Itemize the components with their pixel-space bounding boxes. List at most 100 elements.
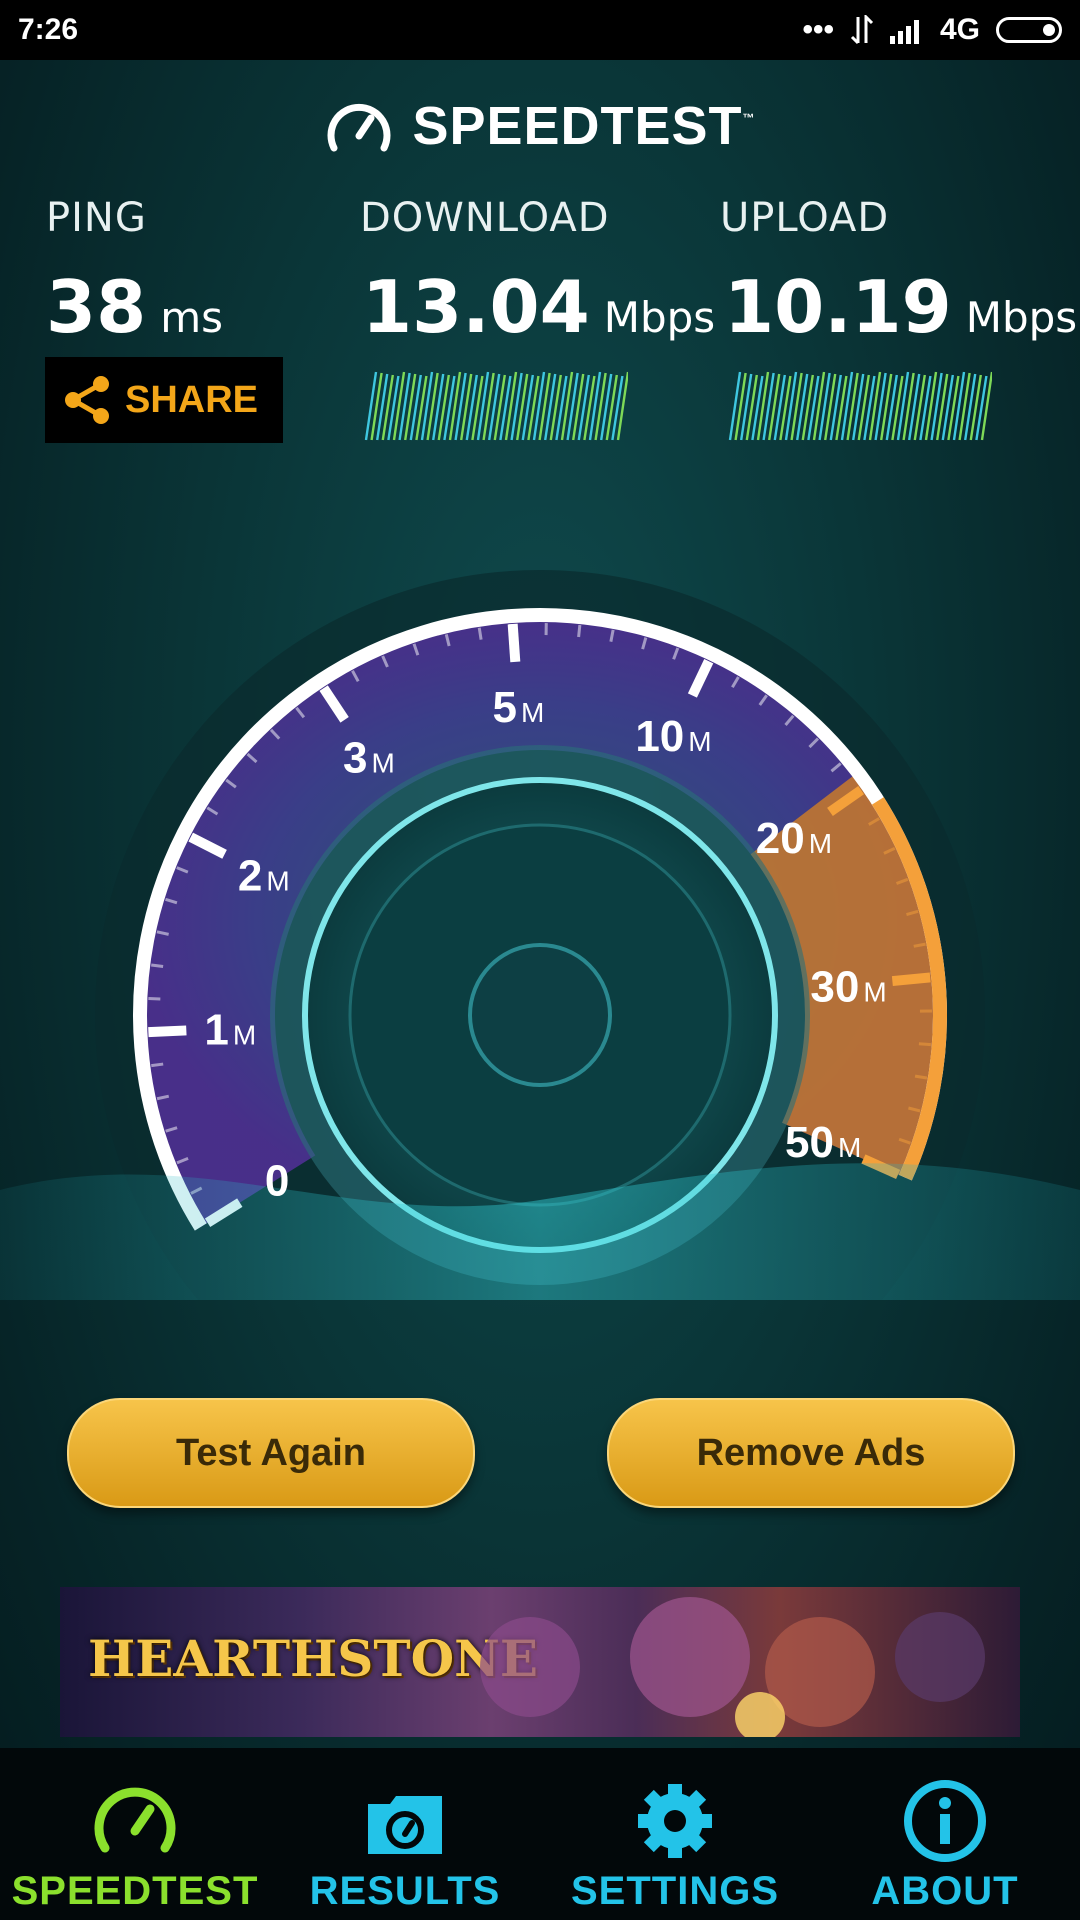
graph-stripe [398,372,411,441]
nav-label-settings: SETTINGS [570,1869,780,1913]
graph-stripe [381,374,394,441]
graph-stripe [740,373,753,441]
graph-stripe [975,375,988,441]
info-icon [904,1780,986,1862]
graph-stripe [364,371,378,441]
graph-stripe [835,375,848,441]
graph-stripe [460,373,473,441]
gauge-minor-tick [913,942,926,948]
graph-stripe [756,371,770,441]
remove-ads-button[interactable]: Remove Ads [607,1398,1015,1508]
status-time: 7:26 [18,13,79,46]
graph-stripe [824,373,837,441]
graph-stripe [538,372,551,441]
graph-stripe [404,373,417,441]
nav-results[interactable]: RESULTS [270,1748,540,1920]
gauge-major-tick [148,1025,187,1038]
status-icons: ••• 4G [802,13,1062,47]
gauge-label: 0 [265,1156,289,1205]
graph-stripe [370,372,383,441]
graph-stripe [964,373,977,441]
share-button[interactable]: SHARE [45,357,283,443]
graph-stripe [448,371,462,441]
upload-label: UPLOAD [720,195,890,241]
graph-stripe [560,371,574,441]
graph-stripe [376,373,389,441]
graph-stripe [880,373,893,441]
share-label: SHARE [125,378,259,421]
graph-stripe [387,375,400,441]
battery-icon [996,17,1062,43]
app-title: SPEEDTEST™ [412,96,756,156]
graph-stripe [936,373,949,441]
graph-stripe [409,374,422,441]
graph-stripe [482,372,495,441]
nav-label-about: ABOUT [871,1869,1019,1913]
graph-stripe [493,374,506,441]
gauge-minor-tick [151,1062,164,1068]
more-dots-icon: ••• [802,13,834,46]
graph-stripe [969,374,982,441]
graph-stripe [807,375,820,441]
graph-stripe [779,375,792,441]
graph-stripe [443,375,456,441]
graph-stripe [516,373,529,441]
graph-stripe [734,372,747,441]
gauge-minor-tick [918,1042,931,1047]
graph-stripe [437,374,450,441]
test-again-button[interactable]: Test Again [67,1398,475,1508]
graph-stripe [555,375,568,441]
graph-stripe [611,375,624,441]
status-bar: 7:26 ••• 4G [0,0,1080,60]
graph-stripe [908,373,921,441]
graph-stripe [891,375,904,441]
nav-settings[interactable]: SETTINGS [540,1748,810,1920]
results-folder-icon [368,1796,442,1854]
graph-stripe [768,373,781,441]
graph-stripe [885,374,898,441]
needle-hub [468,943,612,1087]
graph-stripe [572,373,585,441]
network-type: 4G [939,13,980,46]
speedometer-icon [94,1787,176,1853]
graph-stripe [527,375,540,441]
graph-stripe [544,373,557,441]
graph-stripe [924,371,938,441]
graph-stripe [790,372,803,441]
gauge-minor-tick [477,627,483,640]
graph-stripe [958,372,971,441]
speed-gauge: 01 M2 M3 M5 M 10 M20 M30 M50 M [0,570,1080,1300]
nav-speedtest[interactable]: SPEEDTEST [0,1748,270,1920]
graph-stripe [504,371,518,441]
graph-stripe [919,375,932,441]
graph-stripe [840,371,854,441]
graph-stripe [594,372,607,441]
graph-stripe [577,374,590,441]
graph-stripe [532,371,546,441]
graph-stripe [415,375,428,441]
graph-stripe [471,375,484,441]
graph-stripe [488,373,501,441]
graph-stripe [784,371,798,441]
graph-stripe [588,371,602,441]
graph-stripe [454,372,467,441]
graph-stripe [426,372,439,441]
bottom-nav: SPEEDTEST RESULTS SETTINGS ABOUT [0,1748,1080,1920]
graph-stripe [930,372,943,441]
graph-stripe [745,374,758,441]
signal-icon [889,20,919,44]
graph-stripe [751,375,764,441]
graph-stripe [812,371,826,441]
graph-stripe [616,371,628,441]
nav-about[interactable]: ABOUT [810,1748,1080,1920]
gauge-minor-tick [914,1074,928,1080]
graph-stripe [952,371,966,441]
graph-stripe [773,374,786,441]
graph-stripe [762,372,775,441]
graph-stripe [510,372,523,441]
graph-stripe [796,373,809,441]
graph-stripe [600,373,613,441]
graph-stripe [549,374,562,441]
ad-banner[interactable]: HEARTHSTONE [60,1587,1020,1737]
download-value: 13.04 Mbps [362,265,716,349]
